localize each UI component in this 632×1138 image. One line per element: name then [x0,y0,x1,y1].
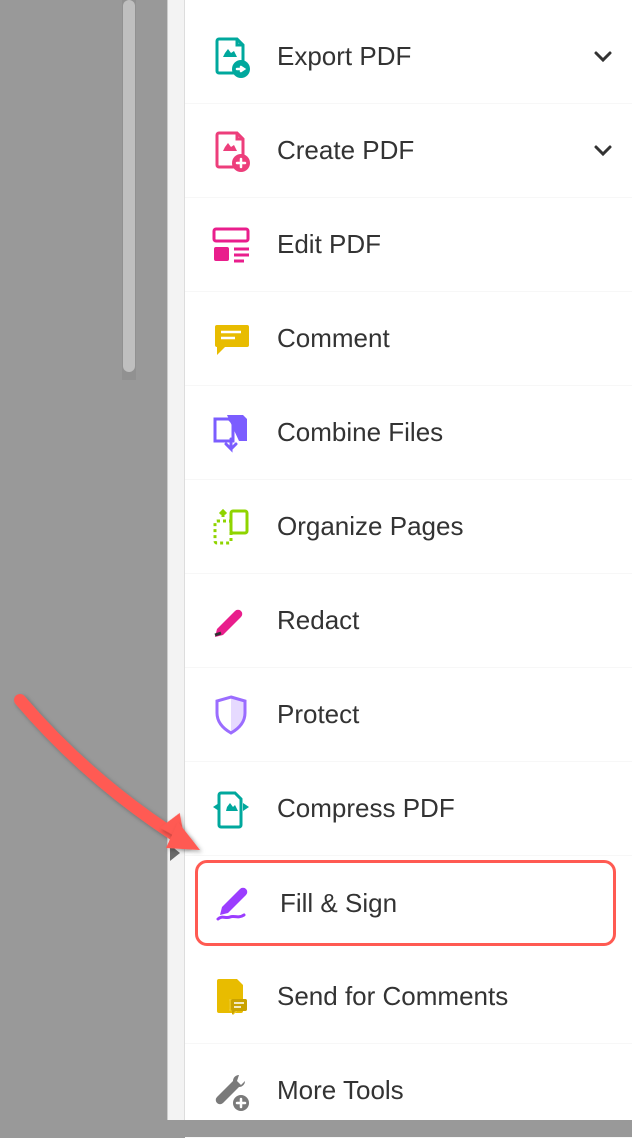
edit-pdf-icon [209,223,253,267]
fill-sign-icon [212,881,256,925]
send-comments-icon [209,975,253,1019]
panel-collapse-icon [170,845,180,861]
tool-label: More Tools [277,1075,614,1106]
tools-panel: Export PDF Create PDF [185,0,632,1120]
tool-label: Compress PDF [277,793,614,824]
compress-pdf-icon [209,787,253,831]
tool-label: Redact [277,605,614,636]
tool-comment[interactable]: Comment [185,292,632,386]
combine-files-icon [209,411,253,455]
tool-label: Organize Pages [277,511,614,542]
tool-redact[interactable]: Redact [185,574,632,668]
create-pdf-icon [209,129,253,173]
tool-organize-pages[interactable]: Organize Pages [185,480,632,574]
chevron-down-icon [592,140,614,162]
comment-icon [209,317,253,361]
tool-fill-and-sign[interactable]: Fill & Sign [195,860,616,946]
tool-label: Fill & Sign [280,888,595,919]
organize-pages-icon [209,505,253,549]
export-pdf-icon [209,35,253,79]
more-tools-icon [209,1069,253,1113]
tool-label: Create PDF [277,135,592,166]
tool-create-pdf[interactable]: Create PDF [185,104,632,198]
tool-export-pdf[interactable]: Export PDF [185,10,632,104]
tool-label: Send for Comments [277,981,614,1012]
tool-send-for-comments[interactable]: Send for Comments [185,950,632,1044]
tool-combine-files[interactable]: Combine Files [185,386,632,480]
tool-label: Comment [277,323,614,354]
tool-compress-pdf[interactable]: Compress PDF [185,762,632,856]
tool-label: Edit PDF [277,229,614,260]
tool-protect[interactable]: Protect [185,668,632,762]
tool-more-tools[interactable]: More Tools [185,1044,632,1138]
panel-collapse-edge[interactable] [167,0,185,1120]
tool-list: Export PDF Create PDF [185,0,632,1138]
redact-icon [209,599,253,643]
scrollbar-thumb[interactable] [123,0,135,372]
shield-icon [209,693,253,737]
tool-label: Combine Files [277,417,614,448]
chevron-down-icon [592,46,614,68]
tool-label: Export PDF [277,41,592,72]
tool-edit-pdf[interactable]: Edit PDF [185,198,632,292]
tool-label: Protect [277,699,614,730]
